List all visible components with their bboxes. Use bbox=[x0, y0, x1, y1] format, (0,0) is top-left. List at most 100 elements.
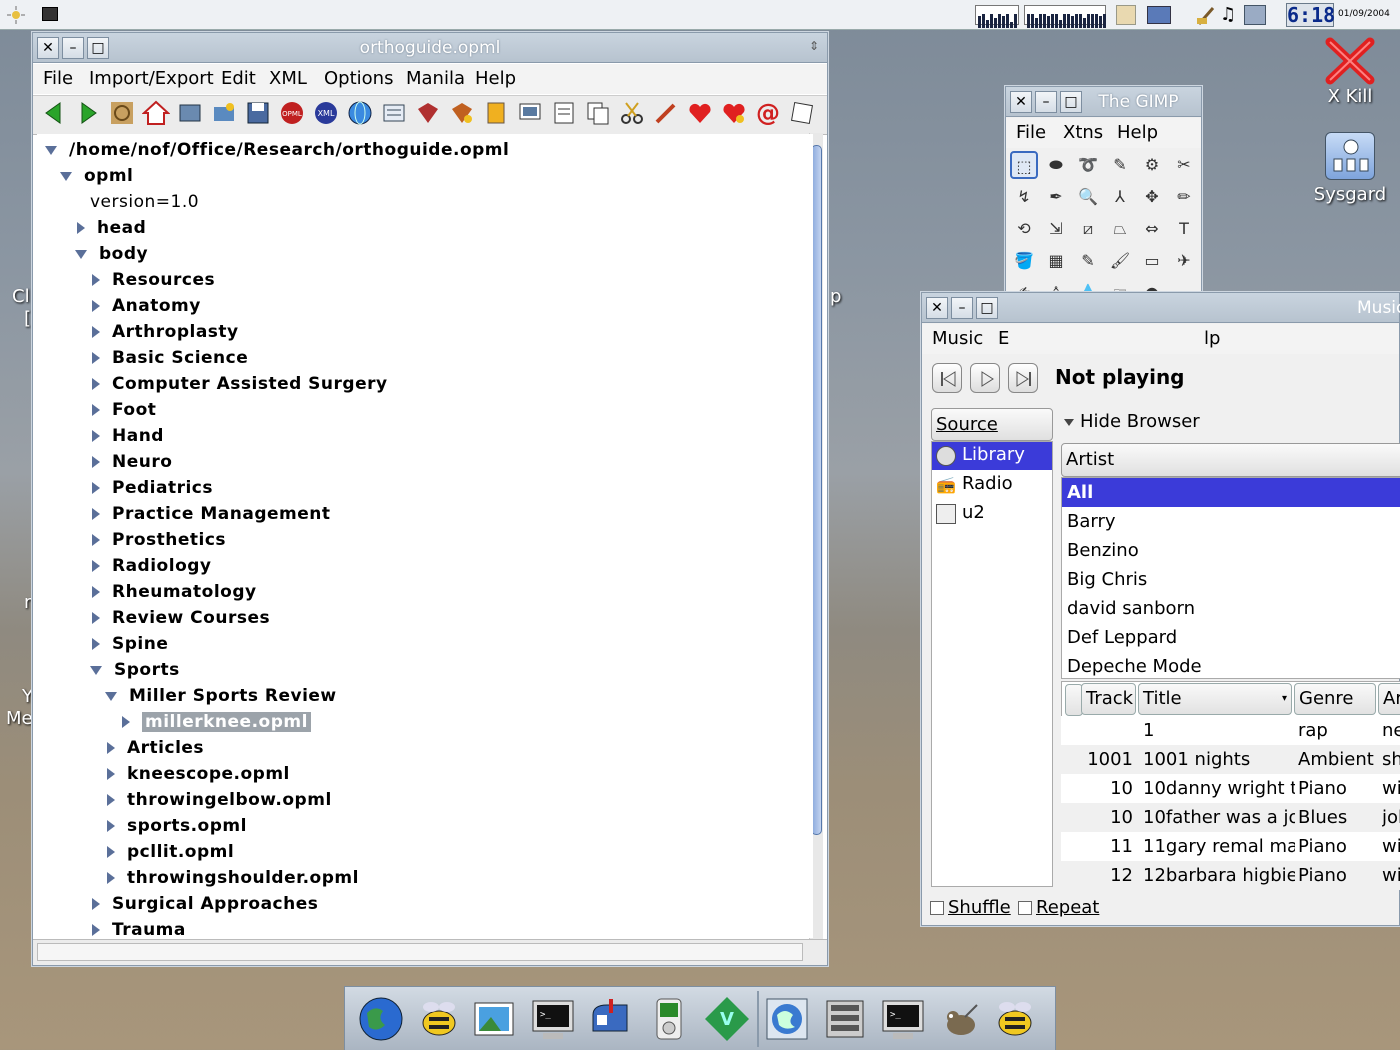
ellipse-select-icon[interactable]: ⬬ bbox=[1042, 151, 1070, 179]
tree-node[interactable]: Basic Science bbox=[90, 345, 248, 371]
sysgard-icon[interactable] bbox=[1325, 132, 1375, 180]
back-arrow-icon[interactable] bbox=[40, 99, 68, 127]
tree-root[interactable]: /home/nof/Office/Research/orthoguide.opm… bbox=[45, 137, 509, 163]
move-icon[interactable]: ✥ bbox=[1138, 183, 1166, 211]
collapsed-triangle-icon[interactable] bbox=[92, 326, 100, 338]
source-header[interactable]: Source bbox=[931, 408, 1053, 441]
collapsed-triangle-icon[interactable] bbox=[92, 274, 100, 286]
scale-icon[interactable]: ⇲ bbox=[1042, 215, 1070, 243]
copy-icon[interactable] bbox=[584, 99, 612, 127]
email-at-icon[interactable]: @ bbox=[754, 99, 782, 127]
collapsed-triangle-icon[interactable] bbox=[107, 742, 115, 754]
collapsed-triangle-icon[interactable] bbox=[122, 716, 130, 728]
collapsed-triangle-icon[interactable] bbox=[92, 560, 100, 572]
network-icon[interactable] bbox=[1147, 6, 1171, 24]
tree-node[interactable]: Review Courses bbox=[90, 605, 270, 631]
fuzzy-select-icon[interactable]: ✎ bbox=[1106, 151, 1134, 179]
clock[interactable]: 6:18 bbox=[1286, 3, 1335, 27]
rect-select-icon[interactable]: ⬚ bbox=[1010, 151, 1038, 179]
tree-node[interactable]: Trauma bbox=[90, 917, 186, 938]
collapsed-triangle-icon[interactable] bbox=[92, 456, 100, 468]
magnify-icon[interactable]: 🔍 bbox=[1074, 183, 1102, 211]
scissors-icon[interactable]: ✂ bbox=[1170, 151, 1198, 179]
next-button[interactable] bbox=[1008, 363, 1038, 393]
gimp-menu-file[interactable]: File bbox=[1016, 122, 1046, 143]
play-button[interactable] bbox=[970, 363, 1000, 393]
home-icon[interactable] bbox=[141, 99, 171, 127]
globe-icon[interactable] bbox=[346, 99, 374, 127]
column-header-track[interactable]: Track bbox=[1081, 683, 1136, 715]
expanded-triangle-icon[interactable] bbox=[90, 665, 102, 675]
collapsed-triangle-icon[interactable] bbox=[92, 508, 100, 520]
collapsed-triangle-icon[interactable] bbox=[92, 404, 100, 416]
bee-icon[interactable] bbox=[415, 995, 463, 1043]
outline-tool-2-icon[interactable] bbox=[448, 99, 476, 127]
blend-icon[interactable]: ▦ bbox=[1042, 247, 1070, 275]
tree-node[interactable]: Articles bbox=[105, 735, 204, 761]
text-icon[interactable]: T bbox=[1170, 215, 1198, 243]
artist-item[interactable]: Big Chris bbox=[1062, 565, 1400, 594]
collapsed-triangle-icon[interactable] bbox=[92, 924, 100, 936]
artist-item[interactable]: Depeche Mode bbox=[1062, 652, 1400, 678]
text-tool-icon[interactable] bbox=[380, 99, 408, 127]
collapsed-triangle-icon[interactable] bbox=[107, 820, 115, 832]
source-item-library[interactable]: Library bbox=[932, 442, 1052, 470]
tree-node[interactable]: Rheumatology bbox=[90, 579, 257, 605]
tree-node[interactable]: Hand bbox=[90, 423, 164, 449]
outline-tool-icon[interactable] bbox=[414, 99, 442, 127]
collapsed-triangle-icon[interactable] bbox=[92, 638, 100, 650]
source-item-u2[interactable]: u2 bbox=[932, 500, 1052, 528]
tree-node[interactable]: Computer Assisted Surgery bbox=[90, 371, 388, 397]
bucket-fill-icon[interactable]: 🪣 bbox=[1010, 247, 1038, 275]
tree-node[interactable]: Resources bbox=[90, 267, 215, 293]
tree-node[interactable]: head bbox=[75, 215, 146, 241]
paths-icon[interactable]: ↯ bbox=[1010, 183, 1038, 211]
collapsed-triangle-icon[interactable] bbox=[107, 846, 115, 858]
terminal-2-icon[interactable]: >_ bbox=[879, 995, 927, 1043]
column-header-artist[interactable]: Ar bbox=[1378, 683, 1400, 715]
tree-node[interactable]: Practice Management bbox=[90, 501, 331, 527]
menu-manila[interactable]: Manila bbox=[406, 68, 465, 89]
tree-node[interactable]: kneescope.opml bbox=[105, 761, 290, 787]
collapsed-triangle-icon[interactable] bbox=[107, 872, 115, 884]
airbrush-icon[interactable]: ✈ bbox=[1170, 247, 1198, 275]
flip-icon[interactable]: ⇔ bbox=[1138, 215, 1166, 243]
document-icon[interactable] bbox=[550, 99, 578, 127]
expanded-triangle-icon[interactable] bbox=[45, 145, 57, 155]
show-desktop-icon[interactable] bbox=[42, 7, 58, 21]
collapsed-triangle-icon[interactable] bbox=[92, 300, 100, 312]
orthoguide-titlebar[interactable]: ✕ – □ orthoguide.opml ⇕ bbox=[33, 33, 827, 63]
save-icon[interactable] bbox=[244, 99, 272, 127]
column-header-genre[interactable]: Genre bbox=[1294, 683, 1376, 715]
lasso-icon[interactable]: ➰ bbox=[1074, 151, 1102, 179]
column-header-title[interactable]: Title ▾ bbox=[1138, 683, 1292, 715]
bee-2-icon[interactable] bbox=[991, 995, 1039, 1043]
tree-node[interactable]: version=1.0 bbox=[75, 189, 199, 215]
gimp-close-button[interactable]: ✕ bbox=[1010, 91, 1032, 113]
scissors-icon[interactable] bbox=[618, 99, 646, 127]
pencil-icon[interactable]: ✎ bbox=[1074, 247, 1102, 275]
image-viewer-icon[interactable] bbox=[471, 995, 519, 1043]
perspective-icon[interactable]: ⏢ bbox=[1106, 215, 1134, 243]
tree-node[interactable]: opml bbox=[60, 163, 133, 189]
notes-icon[interactable] bbox=[1116, 5, 1136, 25]
expanded-triangle-icon[interactable] bbox=[75, 249, 87, 259]
terminal-icon[interactable]: >_ bbox=[529, 995, 577, 1043]
collapsed-triangle-icon[interactable] bbox=[92, 352, 100, 364]
pen-icon[interactable] bbox=[652, 99, 680, 127]
music-note-icon[interactable]: ♫ bbox=[1220, 4, 1240, 26]
clipboard-icon[interactable] bbox=[482, 99, 510, 127]
collapsed-triangle-icon[interactable] bbox=[92, 482, 100, 494]
media-player-icon[interactable] bbox=[645, 995, 693, 1043]
shuffle-checkbox-box[interactable] bbox=[930, 901, 944, 915]
color-select-icon[interactable]: ⚙ bbox=[1138, 151, 1166, 179]
tree-node[interactable]: Prosthetics bbox=[90, 527, 226, 553]
tree-node[interactable]: millerknee.opml bbox=[120, 709, 311, 735]
tree-node[interactable]: body bbox=[75, 241, 148, 267]
artist-item[interactable]: Barry bbox=[1062, 507, 1400, 536]
expanded-triangle-icon[interactable] bbox=[105, 691, 117, 701]
tree-node[interactable]: Spine bbox=[90, 631, 168, 657]
mailbox-icon[interactable] bbox=[587, 995, 635, 1043]
tree-node[interactable]: Anatomy bbox=[90, 293, 201, 319]
collapsed-triangle-icon[interactable] bbox=[92, 586, 100, 598]
